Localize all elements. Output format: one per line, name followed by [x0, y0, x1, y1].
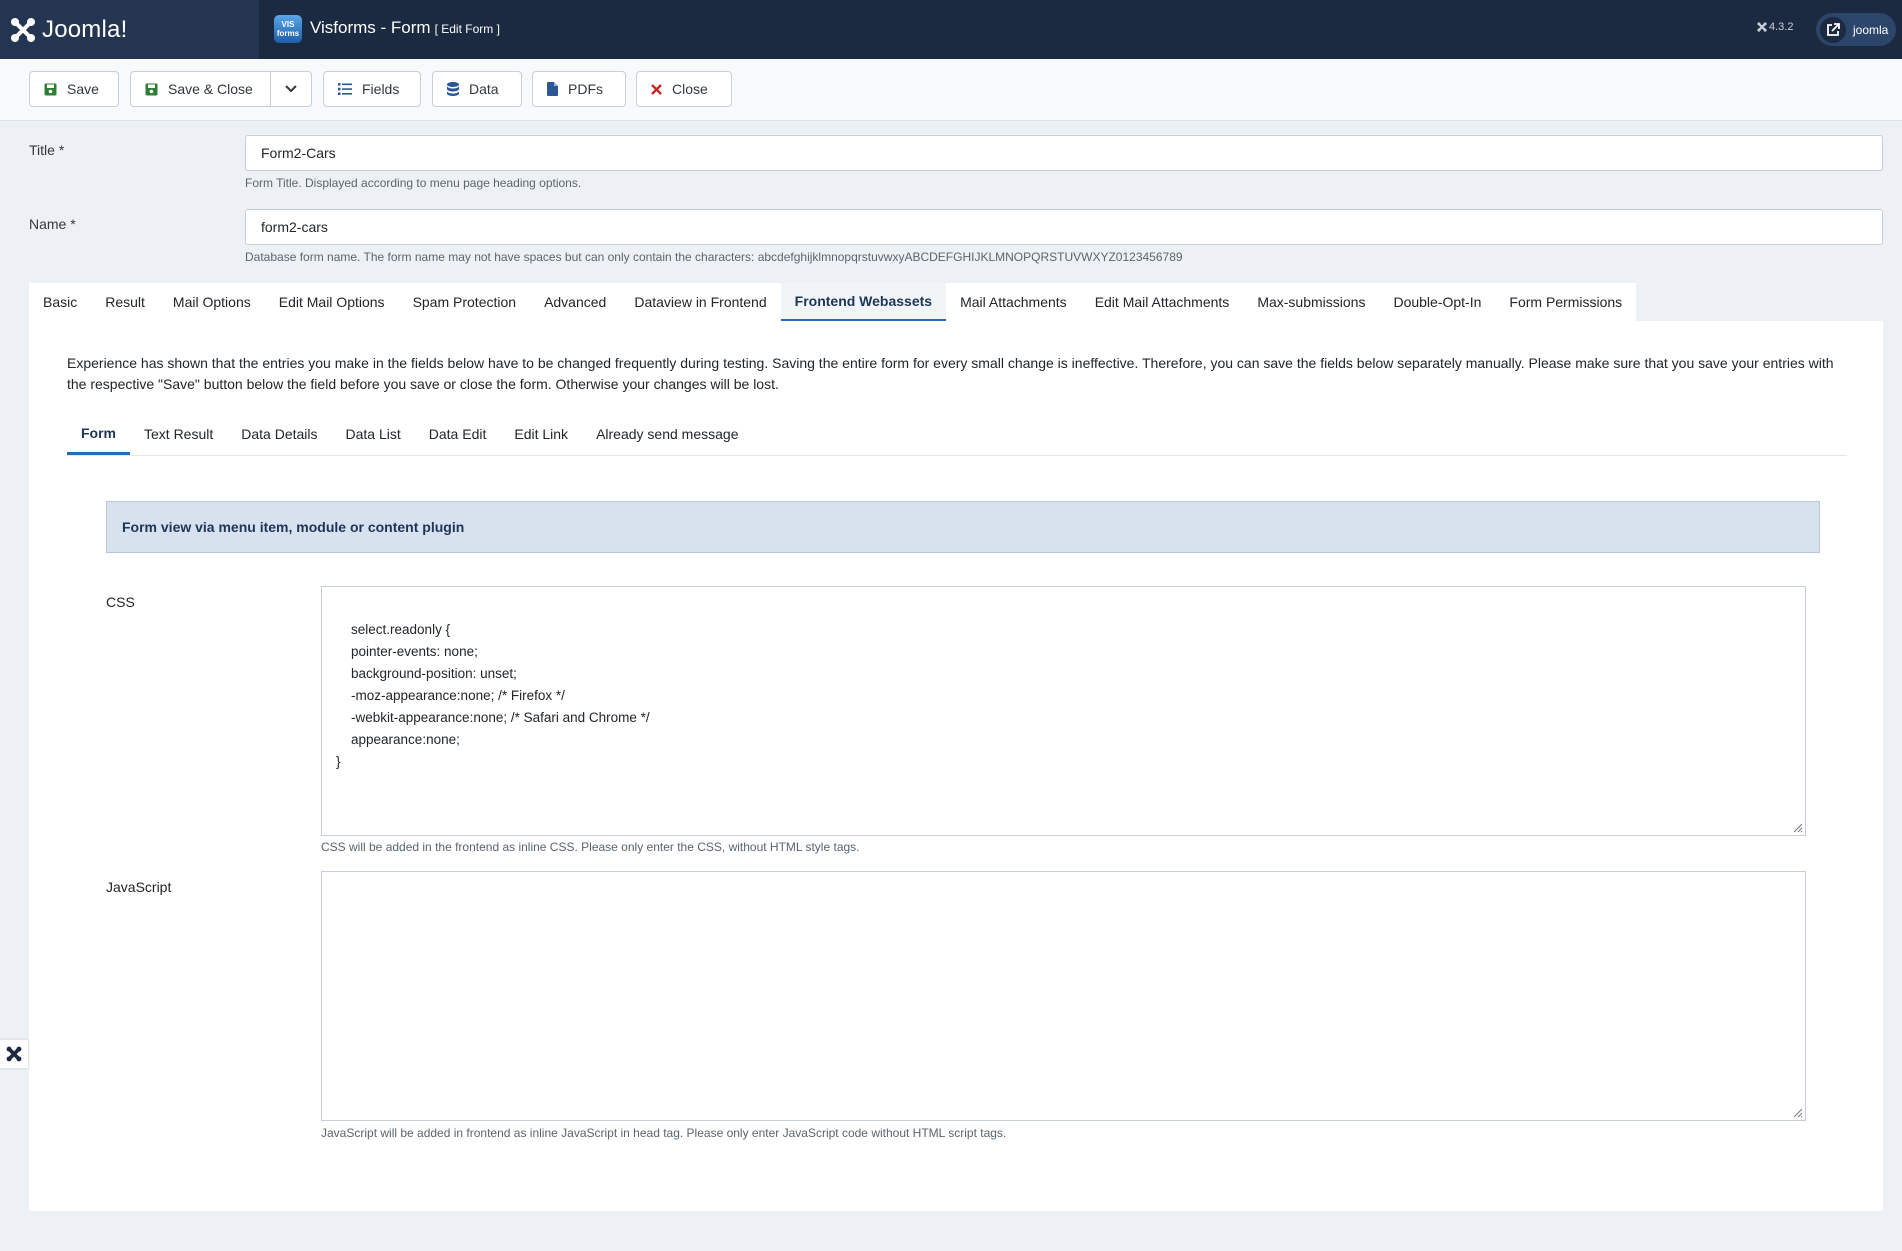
title-help: Form Title. Displayed according to menu …: [245, 176, 582, 190]
name-help: Database form name. The form name may no…: [245, 250, 1183, 264]
side-joomla-icon[interactable]: [0, 1040, 28, 1068]
title-input[interactable]: Form2-Cars: [245, 135, 1883, 171]
logo-text: Joomla!: [42, 15, 128, 43]
tab-mail-options[interactable]: Mail Options: [159, 283, 265, 321]
data-label: Data: [469, 81, 499, 97]
tab-basic[interactable]: Basic: [29, 283, 91, 321]
database-icon: [447, 82, 459, 96]
save-options-dropdown[interactable]: [270, 71, 312, 107]
joomla-icon: [11, 17, 35, 42]
save-close-label: Save & Close: [168, 81, 253, 97]
intro-text: Experience has shown that the entries yo…: [67, 355, 1834, 392]
fields-button[interactable]: Fields: [323, 71, 421, 107]
subtab-data-list[interactable]: Data List: [332, 413, 415, 455]
list-icon: [338, 83, 352, 95]
visforms-app-icon: VIS forms: [274, 15, 302, 43]
chevron-down-icon: [285, 85, 297, 93]
page-title-text: Visforms - Form: [310, 18, 431, 37]
main-tabs: Basic Result Mail Options Edit Mail Opti…: [29, 283, 1637, 321]
joomla-small-icon: [1757, 22, 1767, 32]
tab-form-permissions[interactable]: Form Permissions: [1495, 283, 1636, 321]
css-label: CSS: [106, 594, 135, 610]
subtab-edit-link[interactable]: Edit Link: [500, 413, 582, 455]
tab-result[interactable]: Result: [91, 283, 159, 321]
joomla-logo[interactable]: Joomla!: [0, 0, 259, 59]
close-label: Close: [672, 81, 708, 97]
css-code: select.readonly { pointer-events: none; …: [336, 622, 650, 769]
resize-handle-icon[interactable]: [1791, 821, 1803, 833]
toolbar: Save Save & Close Fields Data PDFs Close: [0, 59, 1902, 121]
fields-label: Fields: [362, 81, 400, 97]
tab-spam-protection[interactable]: Spam Protection: [399, 283, 531, 321]
close-icon: [651, 83, 662, 95]
subtab-text-result[interactable]: Text Result: [130, 413, 227, 455]
tab-mail-attachments[interactable]: Mail Attachments: [946, 283, 1081, 321]
sub-tabs: Form Text Result Data Details Data List …: [67, 413, 1847, 456]
name-input[interactable]: form2-cars: [245, 209, 1883, 245]
resize-handle-icon[interactable]: [1791, 1106, 1803, 1118]
data-button[interactable]: Data: [432, 71, 522, 107]
tab-panel-frontend-webassets: Experience has shown that the entries yo…: [29, 321, 1883, 1211]
top-header: Joomla! VIS forms Visforms - Form[ Edit …: [0, 0, 1902, 59]
save-close-button[interactable]: Save & Close: [130, 71, 271, 107]
external-link-icon: [1820, 16, 1846, 43]
info-banner: Form view via menu item, module or conte…: [106, 501, 1820, 553]
title-label: Title *: [29, 142, 65, 158]
tab-double-opt-in[interactable]: Double-Opt-In: [1379, 283, 1495, 321]
javascript-textarea[interactable]: [321, 871, 1806, 1121]
javascript-label: JavaScript: [106, 879, 172, 895]
subtab-form[interactable]: Form: [67, 413, 130, 455]
tab-dataview-frontend[interactable]: Dataview in Frontend: [620, 283, 780, 321]
tab-edit-mail-attachments[interactable]: Edit Mail Attachments: [1081, 283, 1244, 321]
pdfs-label: PDFs: [568, 81, 603, 97]
save-icon: [145, 83, 158, 96]
save-label: Save: [67, 81, 99, 97]
app-icon-bottom-text: forms: [276, 29, 300, 38]
version-badge: 4.3.2: [1757, 21, 1793, 33]
page-title: Visforms - Form[ Edit Form ]: [310, 18, 500, 38]
save-icon: [44, 83, 57, 96]
name-label: Name *: [29, 216, 76, 232]
tab-advanced[interactable]: Advanced: [530, 283, 620, 321]
save-button[interactable]: Save: [29, 71, 119, 107]
version-text: 4.3.2: [1769, 21, 1794, 33]
site-link-button[interactable]: joomla: [1816, 13, 1896, 46]
app-icon-top-text: VIS: [281, 20, 295, 29]
subtab-data-details[interactable]: Data Details: [227, 413, 331, 455]
css-help: CSS will be added in the frontend as inl…: [321, 840, 860, 854]
tab-edit-mail-options[interactable]: Edit Mail Options: [265, 283, 399, 321]
subtab-data-edit[interactable]: Data Edit: [415, 413, 501, 455]
pdfs-button[interactable]: PDFs: [532, 71, 626, 107]
subtab-already-send-message[interactable]: Already send message: [582, 413, 752, 455]
tab-max-submissions[interactable]: Max-submissions: [1243, 283, 1379, 321]
close-button[interactable]: Close: [636, 71, 732, 107]
tab-frontend-webassets[interactable]: Frontend Webassets: [780, 283, 947, 321]
file-icon: [547, 82, 558, 96]
page-subtitle: [ Edit Form ]: [434, 22, 500, 36]
css-textarea[interactable]: select.readonly { pointer-events: none; …: [321, 586, 1806, 836]
javascript-help: JavaScript will be added in frontend as …: [321, 1126, 1007, 1140]
site-link-label: joomla: [1853, 22, 1889, 37]
